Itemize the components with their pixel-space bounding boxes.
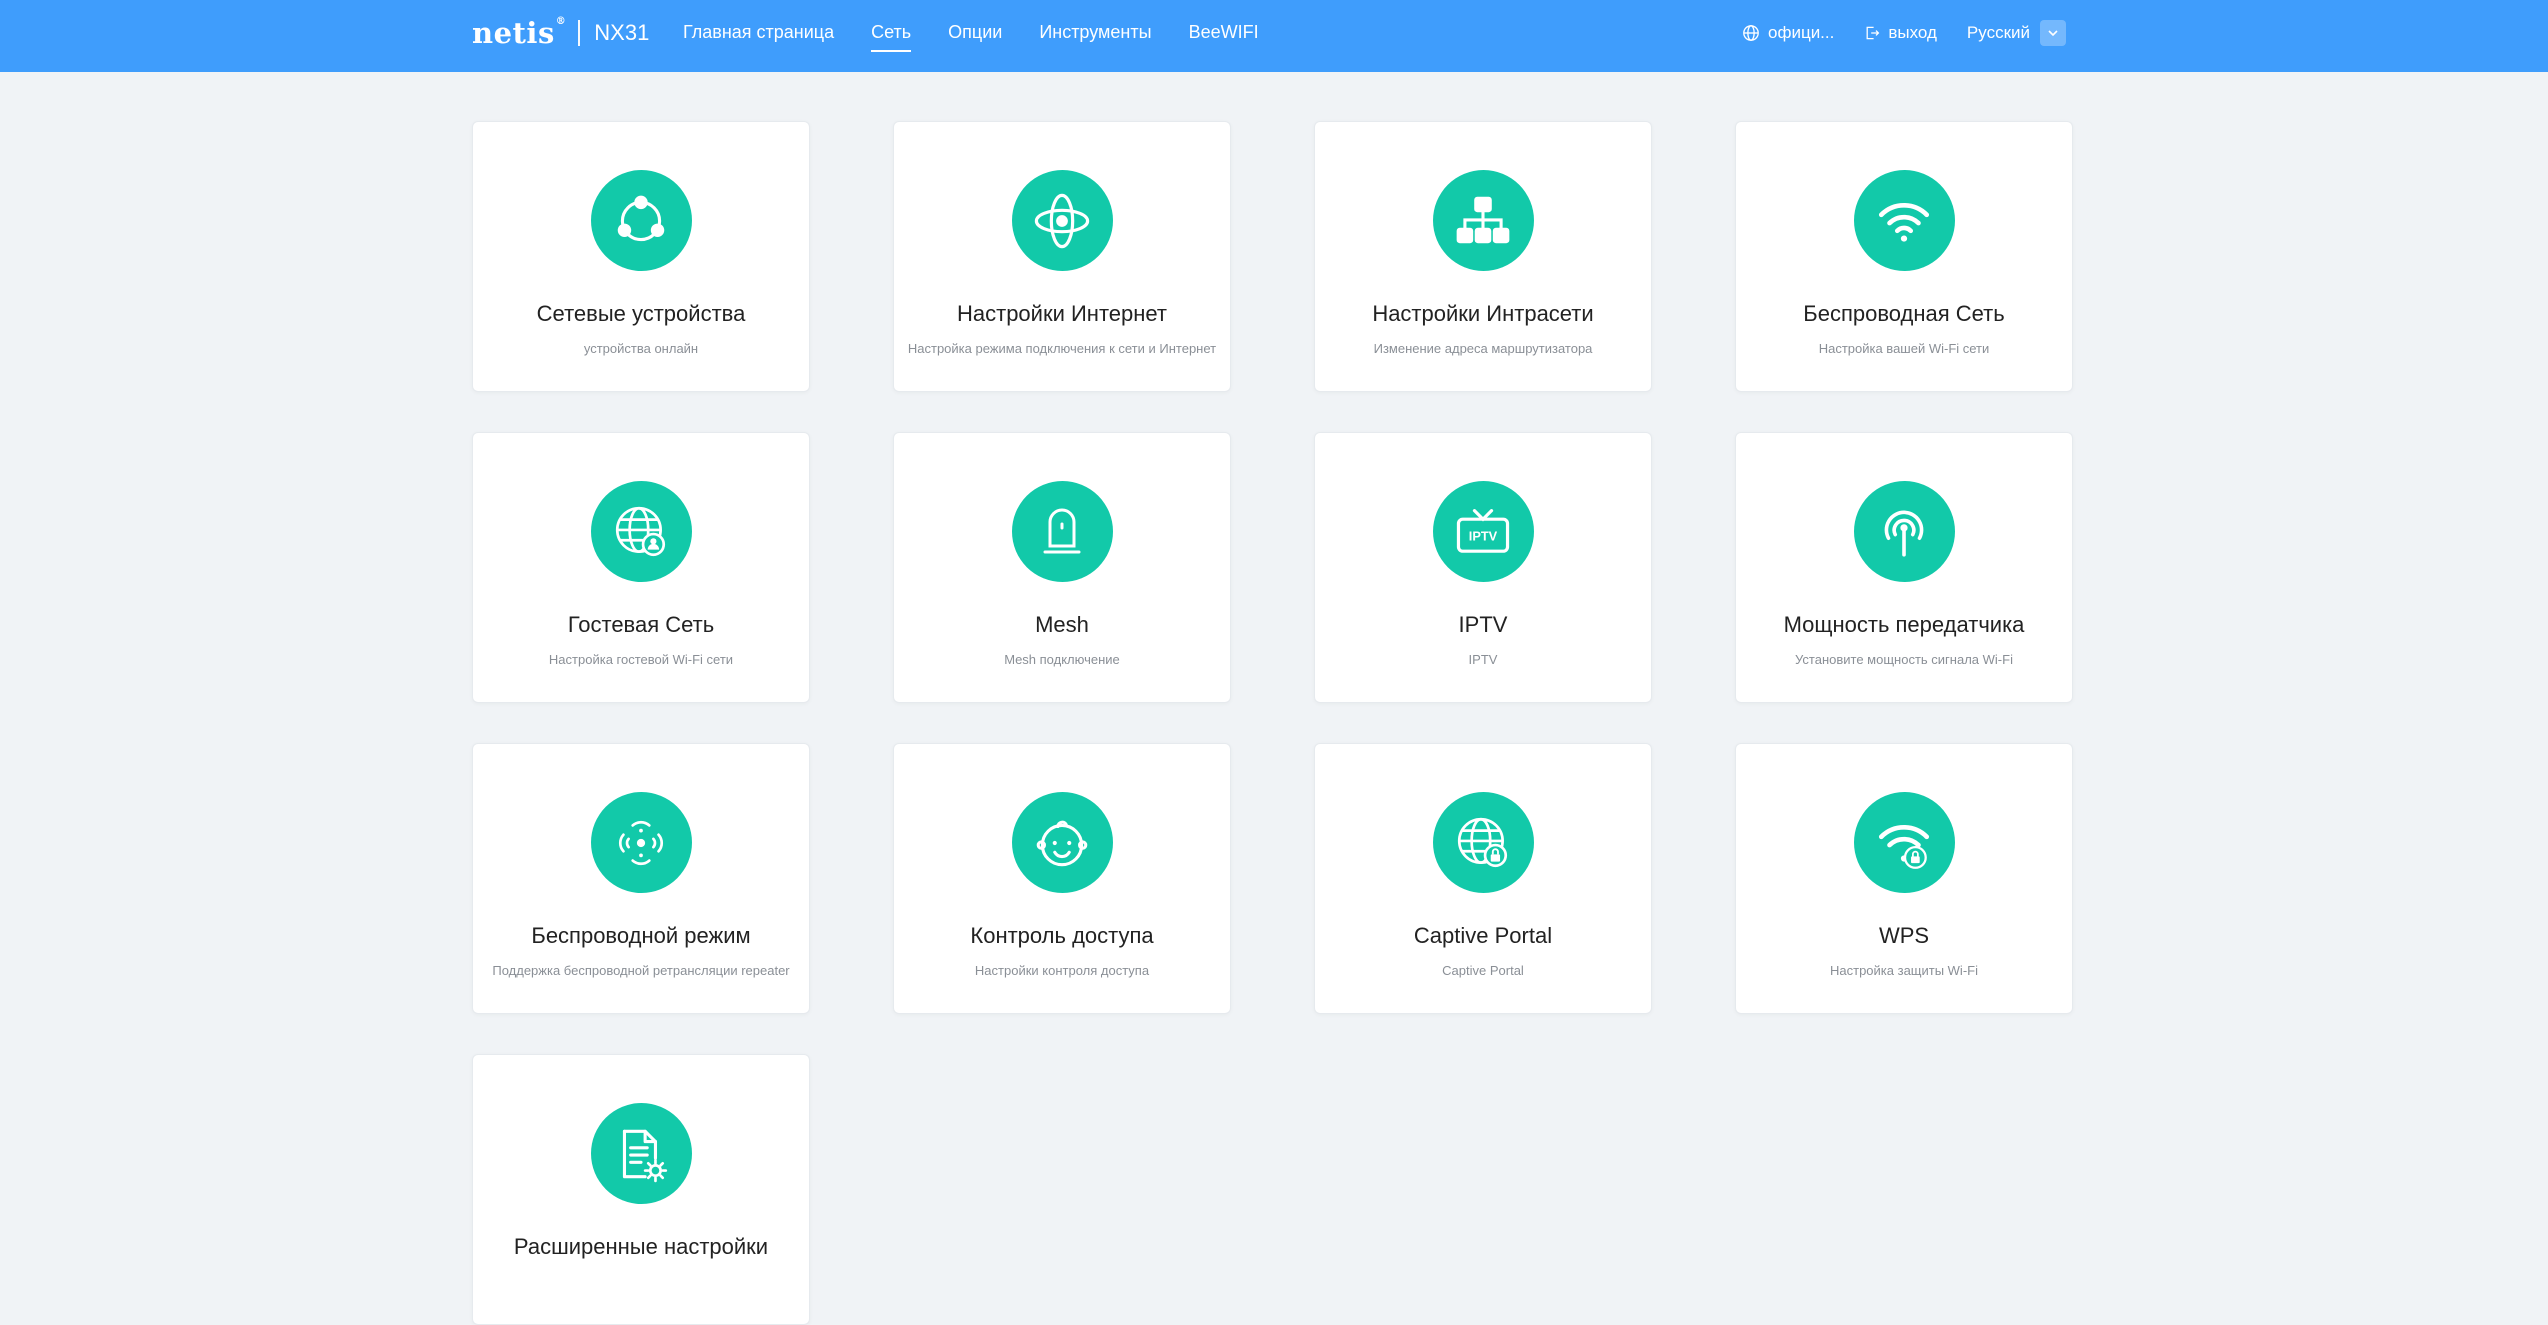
card-wireless-mode[interactable]: Беспроводной режим Поддержка беспроводно… (472, 743, 810, 1014)
wireless-mode-icon (590, 792, 692, 893)
wps-lock-icon (1853, 792, 1955, 893)
netis-logo: netis® (472, 16, 567, 50)
card-internet-settings[interactable]: Настройки Интернет Настройка режима подк… (893, 121, 1231, 392)
settings-grid: Сетевые устройства устройства онлайн Нас… (472, 121, 2073, 1325)
card-title: Беспроводной режим (531, 923, 751, 948)
card-guest-network[interactable]: Гостевая Сеть Настройка гостевой Wi-Fi с… (472, 432, 810, 703)
advanced-settings-icon (590, 1103, 692, 1204)
card-title: Беспроводная Сеть (1803, 301, 2005, 326)
logout-icon (1866, 26, 1880, 40)
card-title: Мощность передатчика (1783, 612, 2025, 637)
nav-network[interactable]: Сеть (871, 0, 912, 72)
iptv-icon: IPTV (1432, 481, 1534, 582)
language-label: Русский (1966, 23, 2030, 42)
card-subtitle: IPTV (1468, 652, 1498, 667)
card-subtitle: Captive Portal (1442, 963, 1524, 978)
card-title: Mesh (1035, 612, 1089, 637)
globe-icon (1743, 25, 1759, 41)
card-wps[interactable]: WPS Настройка защиты Wi-Fi (1735, 743, 2073, 1014)
card-title: Контроль доступа (970, 923, 1154, 948)
top-header: netis® NX31 Главная страница Сеть Опции … (0, 0, 2548, 72)
card-title: Гостевая Сеть (567, 612, 715, 637)
card-subtitle: Настройки контроля доступа (974, 963, 1150, 978)
mesh-device-icon (1011, 481, 1113, 582)
main-nav: Главная страница Сеть Опции Инструменты … (683, 0, 1296, 72)
card-title: Настройки Интернет (957, 301, 1167, 326)
svg-text:IPTV: IPTV (1469, 528, 1498, 543)
card-subtitle: устройства онлайн (583, 341, 699, 356)
nav-beewifi[interactable]: BeeWIFI (1189, 0, 1259, 72)
network-devices-icon (590, 170, 692, 271)
model-name: NX31 (594, 20, 650, 45)
brand-divider (578, 20, 581, 46)
card-iptv[interactable]: IPTV IPTV IPTV (1314, 432, 1652, 703)
antenna-icon (1853, 481, 1955, 582)
card-lan-settings[interactable]: Настройки Интрасети Изменение адреса мар… (1314, 121, 1652, 392)
card-access-control[interactable]: Контроль доступа Настройки контроля дост… (893, 743, 1231, 1014)
brand[interactable]: netis® NX31 (472, 16, 649, 50)
logout-label: выход (1888, 23, 1937, 42)
language-select[interactable]: Русский (1967, 20, 2066, 46)
chevron-down-icon[interactable] (2040, 20, 2066, 46)
card-subtitle: Mesh подключение (1004, 652, 1120, 667)
logout-button[interactable]: выход (1864, 23, 1937, 43)
official-site-label: офици... (1768, 23, 1835, 42)
card-tx-power[interactable]: Мощность передатчика Установите мощность… (1735, 432, 2073, 703)
card-title: IPTV (1458, 612, 1508, 637)
card-title: Расширенные настройки (513, 1234, 769, 1259)
card-advanced-settings[interactable]: Расширенные настройки (472, 1054, 810, 1325)
nav-options[interactable]: Опции (948, 0, 1002, 72)
card-mesh[interactable]: Mesh Mesh подключение (893, 432, 1231, 703)
card-wireless-network[interactable]: Беспроводная Сеть Настройка вашей Wi-Fi … (1735, 121, 2073, 392)
nav-tools[interactable]: Инструменты (1039, 0, 1151, 72)
wifi-icon (1853, 170, 1955, 271)
card-network-devices[interactable]: Сетевые устройства устройства онлайн (472, 121, 810, 392)
official-site-link[interactable]: офици... (1742, 23, 1834, 43)
card-subtitle: Настройка режима подключения к сети и Ин… (907, 341, 1217, 356)
nav-home[interactable]: Главная страница (683, 0, 834, 72)
internet-icon (1011, 170, 1113, 271)
card-subtitle: Установите мощность сигнала Wi-Fi (1795, 652, 2013, 667)
card-title: WPS (1878, 923, 1930, 948)
card-captive-portal[interactable]: Captive Portal Captive Portal (1314, 743, 1652, 1014)
card-subtitle: Поддержка беспроводной ретрансляции repe… (492, 963, 790, 978)
card-subtitle: Настройка защиты Wi-Fi (1830, 963, 1978, 978)
lan-topology-icon (1432, 170, 1534, 271)
card-title: Captive Portal (1413, 923, 1553, 948)
card-title: Настройки Интрасети (1372, 301, 1594, 326)
card-subtitle: Изменение адреса маршрутизатора (1373, 341, 1593, 356)
guest-globe-icon (590, 481, 692, 582)
captive-portal-icon (1432, 792, 1534, 893)
card-subtitle: Настройка вашей Wi-Fi сети (1818, 341, 1990, 356)
child-face-icon (1011, 792, 1113, 893)
card-title: Сетевые устройства (536, 301, 746, 326)
card-subtitle: Настройка гостевой Wi-Fi сети (548, 652, 734, 667)
header-actions: офици... выход Русский (1712, 0, 2066, 66)
